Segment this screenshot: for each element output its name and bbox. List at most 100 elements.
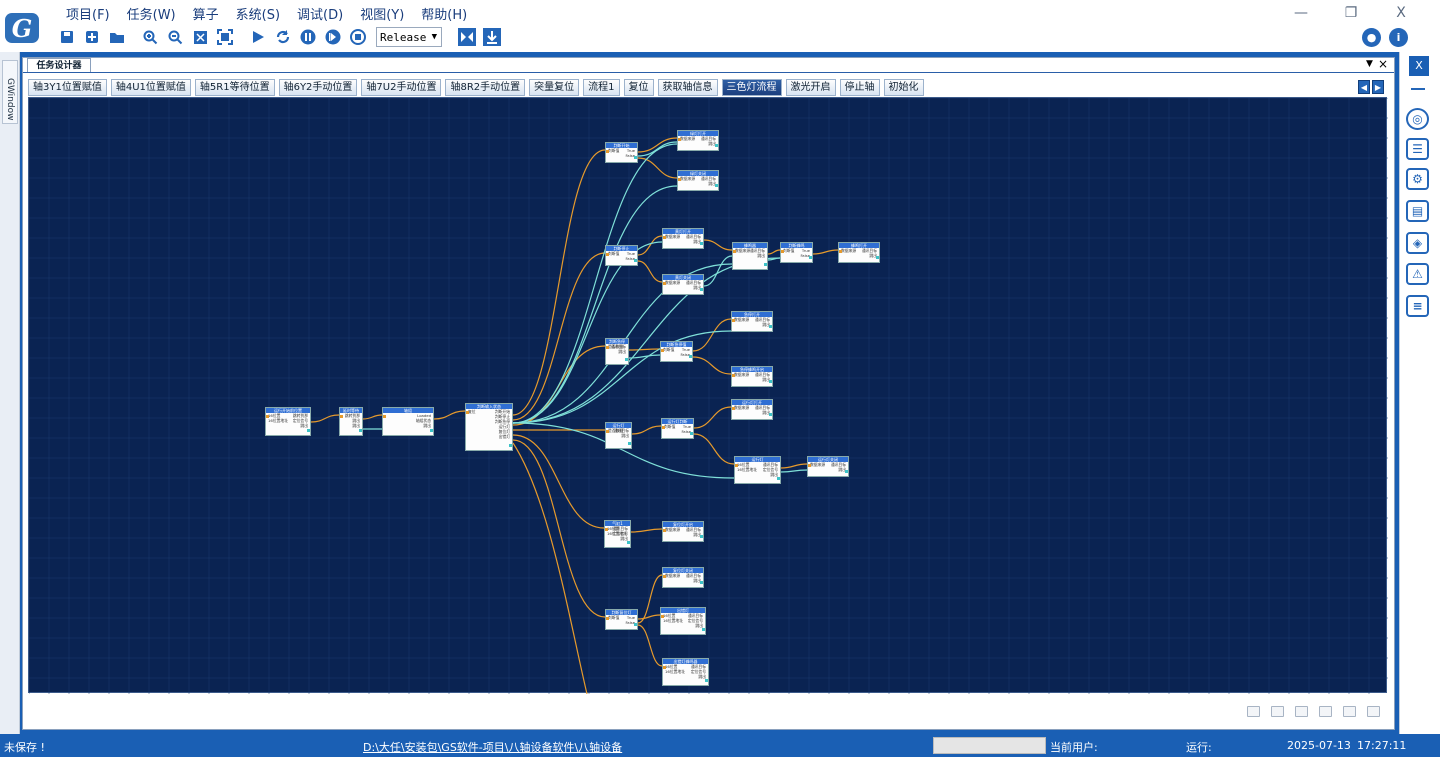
- download-icon[interactable]: [481, 26, 503, 48]
- flow-node[interactable]: 运行开始前位置 16位置 跳转到那 16位置地址 定位信号 跳出: [265, 407, 311, 436]
- flow-node-output-pin[interactable]: [689, 355, 692, 358]
- fit-icon[interactable]: [189, 26, 211, 48]
- flow-node[interactable]: 判断急停 是否数据 通讯目标 跳出: [605, 338, 629, 365]
- menu-operator[interactable]: 算子: [193, 4, 219, 24]
- flow-node-output-pin[interactable]: [876, 256, 879, 259]
- flow-node[interactable]: 出错灯 16位置 通讯目标 16位置地址 定位信号 跳出: [660, 607, 706, 635]
- flow-node-input-pin[interactable]: [383, 415, 386, 418]
- list-icon[interactable]: ≡: [1406, 295, 1429, 317]
- flow-node-output-pin[interactable]: [625, 358, 628, 361]
- flow-node-output-pin[interactable]: [715, 144, 718, 147]
- flow-node-output-pin[interactable]: [769, 325, 772, 328]
- flow-node-output-pin[interactable]: [628, 442, 631, 445]
- flow-node-output-pin[interactable]: [509, 444, 512, 447]
- tab-7[interactable]: 流程1: [583, 79, 620, 96]
- warning-icon[interactable]: ⚠: [1406, 263, 1429, 285]
- network-icon[interactable]: ◎: [1406, 108, 1429, 130]
- tab-6[interactable]: 突量复位: [529, 79, 580, 96]
- flow-node-output-pin[interactable]: [634, 259, 637, 262]
- tab-10[interactable]: 三色灯流程: [721, 79, 782, 96]
- flow-node-input-pin[interactable]: [662, 426, 665, 429]
- tab-5[interactable]: 轴8R2手动位置: [445, 79, 526, 96]
- flow-node-input-pin[interactable]: [466, 411, 469, 414]
- flow-node-output-pin[interactable]: [634, 156, 637, 159]
- flow-node[interactable]: 复位灯关闭 数据来源 通讯目标 跳出: [662, 567, 704, 588]
- flow-node-output-pin[interactable]: [627, 541, 630, 544]
- flow-node-output-pin[interactable]: [634, 623, 637, 626]
- project-path-link[interactable]: D:\大任\安装包\GS软件-项目\八轴设备软件\八轴设备: [363, 739, 622, 755]
- paste-icon[interactable]: [1319, 706, 1332, 717]
- flow-node-output-pin[interactable]: [307, 429, 310, 432]
- flow-node[interactable]: 延时等待 跳转到那 跳出 跳出: [339, 407, 363, 436]
- flow-node-input-pin[interactable]: [733, 250, 736, 253]
- user-icon[interactable]: ●: [1362, 28, 1381, 47]
- flow-node-input-pin[interactable]: [732, 319, 735, 322]
- flow-node-output-pin[interactable]: [809, 256, 812, 259]
- flow-node-output-pin[interactable]: [764, 263, 767, 266]
- flow-node-output-pin[interactable]: [702, 628, 705, 631]
- delete-icon[interactable]: [1343, 706, 1356, 717]
- flow-node-input-pin[interactable]: [340, 415, 343, 418]
- breakpoint-icon[interactable]: [456, 26, 478, 48]
- minimize-button[interactable]: —: [1293, 5, 1309, 21]
- align-icon[interactable]: [1247, 706, 1260, 717]
- flow-node-input-pin[interactable]: [663, 666, 666, 669]
- doc-tab-task-designer[interactable]: 任务设计器: [27, 58, 91, 73]
- flow-canvas[interactable]: 运行开始前位置 16位置 跳转到那 16位置地址 定位信号 跳出 延时等待 跳转到那 跳出 跳出轴…: [28, 97, 1388, 694]
- flow-node-input-pin[interactable]: [735, 464, 738, 467]
- flow-node[interactable]: 绿灯关闭 数据来源 通讯目标 跳出: [677, 170, 719, 191]
- build-config-select[interactable]: Release ▼: [376, 27, 442, 47]
- tab-9[interactable]: 获取轴信息: [657, 79, 718, 96]
- stop-icon[interactable]: [347, 26, 369, 48]
- flow-node-output-pin[interactable]: [430, 429, 433, 432]
- flow-node[interactable]: 判断复位灯 判断值 True False: [605, 609, 638, 630]
- run-icon[interactable]: [247, 26, 269, 48]
- flow-node-input-pin[interactable]: [663, 575, 666, 578]
- flow-node[interactable]: 气缸1 16位置 通讯目标 16位置地址 定位信号 跳出: [604, 520, 631, 548]
- tab-13[interactable]: 初始化: [883, 79, 924, 96]
- copy-icon[interactable]: [1295, 706, 1308, 717]
- flow-node-input-pin[interactable]: [605, 528, 608, 531]
- flow-node-input-pin[interactable]: [663, 236, 666, 239]
- flow-node-output-pin[interactable]: [690, 432, 693, 435]
- menu-system[interactable]: 系统(S): [236, 4, 280, 24]
- flow-node[interactable]: 运行灯判断 判断值 True False: [661, 418, 694, 439]
- flow-node[interactable]: 运行灯关闭 数据来源 通讯目标 跳出: [807, 456, 849, 477]
- loop-icon[interactable]: [272, 26, 294, 48]
- checklist-icon[interactable]: ☰: [1406, 138, 1429, 160]
- flow-node-input-pin[interactable]: [606, 430, 609, 433]
- flow-node[interactable]: 绿灯打开 数据来源 通讯目标 跳出: [677, 130, 719, 151]
- flow-node-input-pin[interactable]: [663, 282, 666, 285]
- flow-node-input-pin[interactable]: [661, 349, 664, 352]
- flow-node-input-pin[interactable]: [661, 615, 664, 618]
- flow-node[interactable]: 急停打开 数据来源 通讯目标 跳出: [731, 311, 773, 332]
- flow-node-input-pin[interactable]: [732, 374, 735, 377]
- clear-icon[interactable]: [1367, 706, 1380, 717]
- flow-node-input-pin[interactable]: [606, 253, 609, 256]
- tab-scroll-left-icon[interactable]: ◀: [1358, 80, 1370, 94]
- tab-3[interactable]: 轴6Y2手动位置: [278, 79, 358, 96]
- right-panel-close-button[interactable]: X: [1409, 56, 1429, 76]
- flow-node-output-pin[interactable]: [700, 581, 703, 584]
- flow-node-input-pin[interactable]: [606, 150, 609, 153]
- tab-0[interactable]: 轴3Y1位置赋值: [28, 79, 107, 96]
- doc-dropdown-icon[interactable]: ▼: [1366, 59, 1373, 69]
- flow-node[interactable]: 轴组 Loaded 轴组状态 跳出: [382, 407, 434, 436]
- fullscreen-icon[interactable]: [214, 26, 236, 48]
- tab-8[interactable]: 复位: [623, 79, 654, 96]
- open-folder-icon[interactable]: [106, 26, 128, 48]
- flow-node-output-pin[interactable]: [715, 184, 718, 187]
- zoom-in-icon[interactable]: [139, 26, 161, 48]
- restore-button[interactable]: ❐: [1343, 5, 1359, 21]
- flow-node-output-pin[interactable]: [700, 288, 703, 291]
- flow-node[interactable]: 出错灯蜂鸣器 16位置 通讯目标 16位置地址 定位信号 跳出: [662, 658, 709, 686]
- flow-node[interactable]: 判断输入状态 复位 判断开始 判断停止 判断急停 运行灯 复位灯 出错灯: [465, 403, 513, 451]
- panel-icon[interactable]: ▤: [1406, 200, 1429, 222]
- flow-node-output-pin[interactable]: [769, 380, 772, 383]
- doc-close-icon[interactable]: ×: [1378, 57, 1388, 71]
- flow-node[interactable]: 判断急停值 判断值 True False: [660, 341, 693, 362]
- flow-node-input-pin[interactable]: [606, 346, 609, 349]
- flow-node-input-pin[interactable]: [732, 407, 735, 410]
- tab-2[interactable]: 轴5R1等待位置: [194, 79, 275, 96]
- new-icon[interactable]: [81, 26, 103, 48]
